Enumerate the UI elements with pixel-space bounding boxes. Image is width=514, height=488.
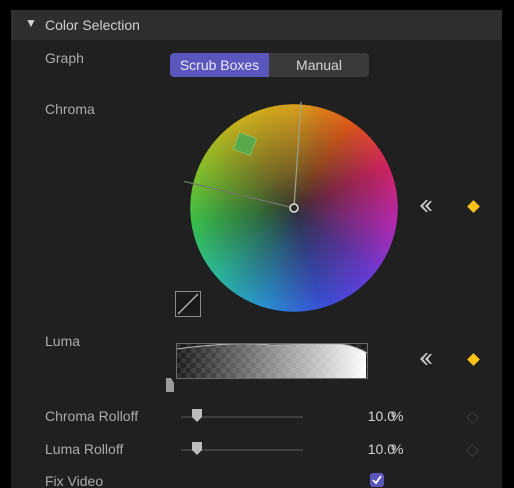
luma-range-graph[interactable] xyxy=(176,343,368,379)
checkmark-icon xyxy=(372,475,382,485)
luma-rolloff-value[interactable]: 10.0 xyxy=(335,441,395,457)
section-header[interactable]: ▼ Color Selection xyxy=(11,10,502,40)
curve-icon[interactable] xyxy=(175,291,201,317)
add-keyframe-icon[interactable] xyxy=(466,444,479,457)
luma-range-handle[interactable] xyxy=(166,378,174,392)
chroma-color-wheel[interactable] xyxy=(184,98,404,318)
chroma-rolloff-value[interactable]: 10.0 xyxy=(335,408,395,424)
keyframe-previous-icon[interactable] xyxy=(419,199,435,213)
disclosure-triangle-icon[interactable]: ▼ xyxy=(25,16,37,30)
chroma-rolloff-label: Chroma Rolloff xyxy=(45,408,139,424)
luma-rolloff-slider-thumb[interactable] xyxy=(191,442,203,456)
fix-video-label: Fix Video xyxy=(45,473,104,488)
add-keyframe-icon[interactable] xyxy=(466,411,479,424)
color-selection-panel: ▼ Color Selection Graph Scrub Boxes Manu… xyxy=(11,10,502,488)
manual-button[interactable]: Manual xyxy=(269,53,369,77)
graph-mode-segmented-control[interactable]: Scrub Boxes Manual xyxy=(170,53,369,77)
luma-rolloff-label: Luma Rolloff xyxy=(45,441,124,457)
chroma-rolloff-slider-thumb[interactable] xyxy=(191,409,203,423)
fix-video-checkbox[interactable] xyxy=(370,473,384,487)
luma-label: Luma xyxy=(45,333,81,349)
scrub-boxes-button[interactable]: Scrub Boxes xyxy=(170,53,269,77)
keyframe-diamond-icon[interactable] xyxy=(467,200,480,213)
chroma-label: Chroma xyxy=(45,101,95,117)
keyframe-diamond-icon[interactable] xyxy=(467,353,480,366)
keyframe-previous-icon[interactable] xyxy=(419,352,435,366)
graph-label: Graph xyxy=(45,50,84,66)
section-title: Color Selection xyxy=(45,17,140,33)
chroma-rolloff-unit: % xyxy=(391,408,404,424)
center-point[interactable] xyxy=(289,203,299,213)
luma-rolloff-unit: % xyxy=(391,441,404,457)
